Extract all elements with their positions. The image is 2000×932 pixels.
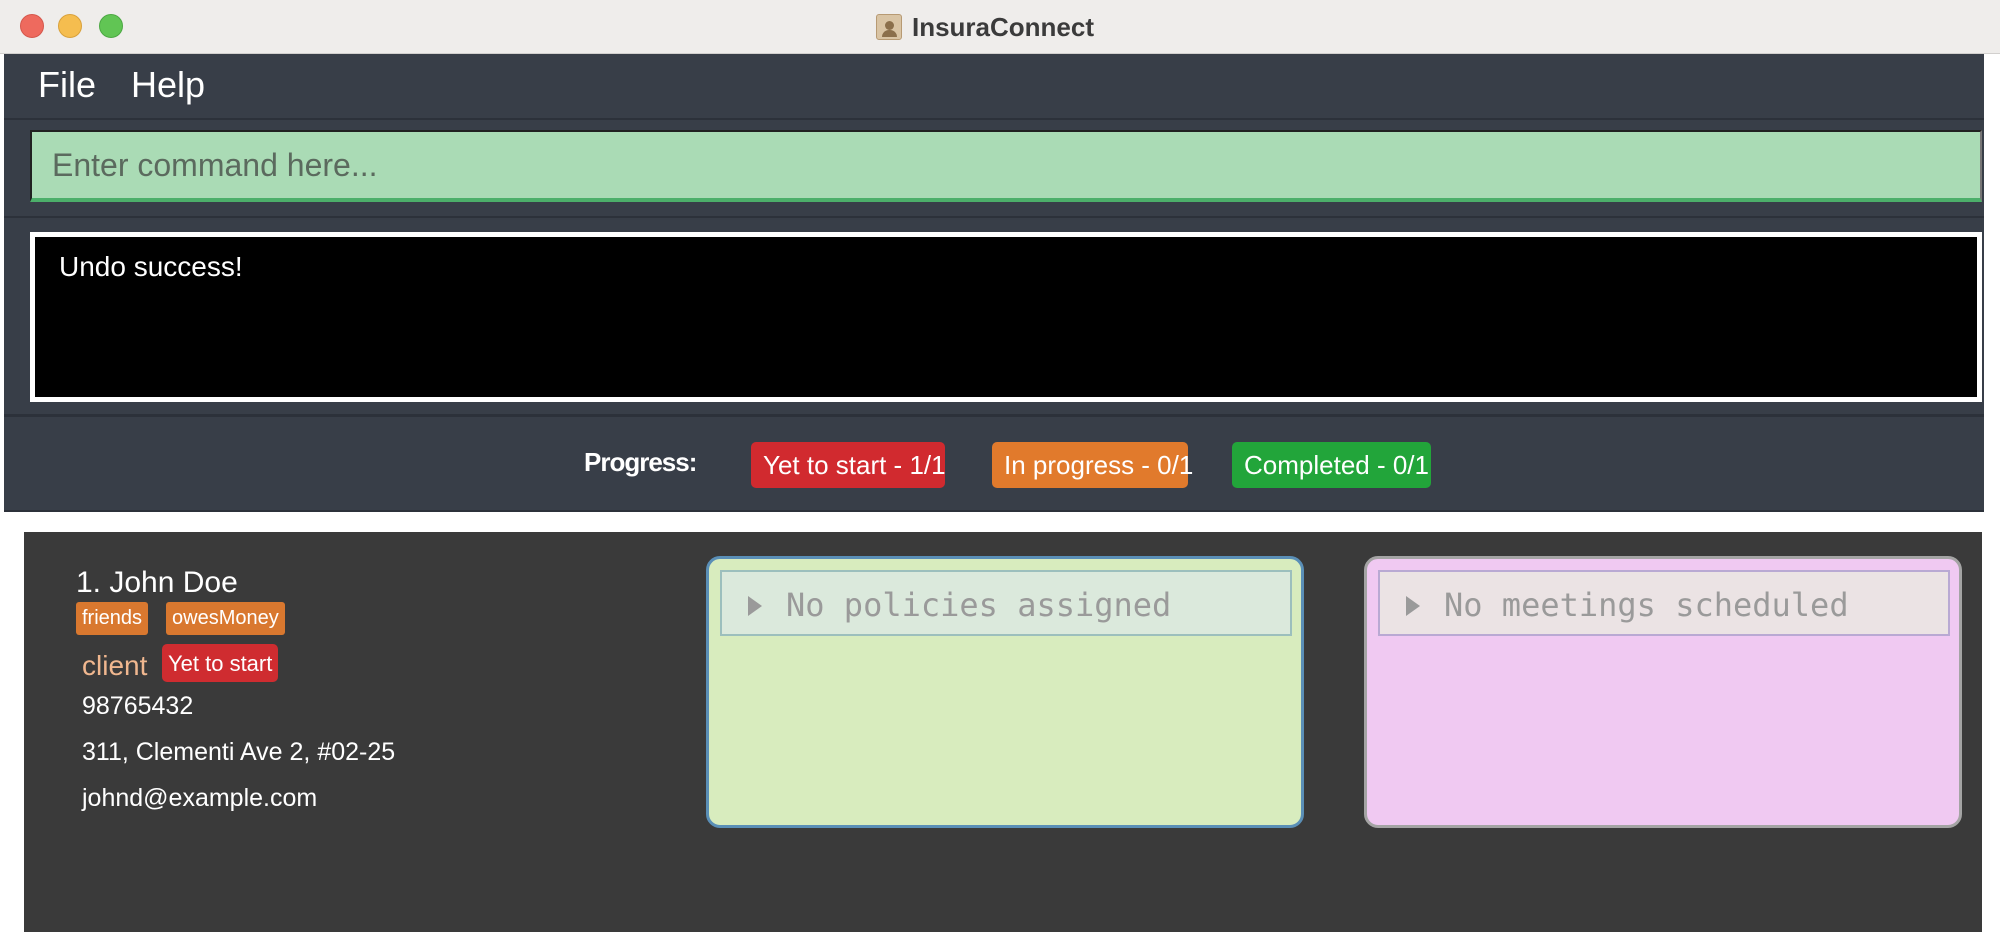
window-title: InsuraConnect [911, 11, 1095, 42]
expand-arrow-icon [748, 596, 762, 616]
policies-panel: No policies assigned [706, 556, 1304, 828]
policies-dropdown[interactable]: No policies assigned [720, 570, 1292, 636]
menu-help[interactable]: Help [131, 64, 205, 106]
client-phone: 98765432 [82, 692, 194, 720]
title-area: InsuraConnect [0, 0, 2000, 54]
client-card[interactable]: 1. John Doe friends owesMoney client Yet… [24, 532, 1982, 932]
meetings-dropdown[interactable]: No meetings scheduled [1378, 570, 1950, 636]
tag-friends: friends [76, 602, 149, 635]
client-role: client [82, 650, 148, 681]
meetings-panel: No meetings scheduled [1364, 556, 1962, 828]
client-list: 1. John Doe friends owesMoney client Yet… [4, 514, 1984, 932]
app-window: File Help Undo success! Progress: Yet to… [4, 54, 1984, 932]
client-email: johnd@example.com [82, 784, 318, 812]
progress-label: Progress: [584, 447, 697, 477]
expand-arrow-icon [1406, 596, 1420, 616]
menu-file[interactable]: File [38, 64, 96, 106]
policies-label: No policies assigned [786, 586, 1172, 624]
tag-owes-money: owesMoney [166, 602, 285, 635]
command-box-area [4, 118, 1984, 216]
yet-to-start-count-badge: Yet to start - 1/1 [751, 442, 946, 488]
address-book-icon [875, 14, 902, 40]
completed-count-badge: Completed - 0/1 [1232, 442, 1431, 488]
client-name: 1. John Doe [76, 566, 238, 599]
window-edge [1984, 54, 2000, 932]
status-badge: Yet to start [162, 644, 279, 682]
client-address: 311, Clementi Ave 2, #02-25 [82, 738, 396, 766]
result-display[interactable]: Undo success! [30, 232, 1982, 402]
meetings-label: No meetings scheduled [1444, 586, 1849, 624]
in-progress-count-badge: In progress - 0/1 [992, 442, 1193, 488]
progress-summary: Progress: Yet to start - 1/1 In progress… [4, 414, 1984, 512]
menu-bar: File Help [4, 54, 1984, 118]
command-input[interactable] [30, 130, 1982, 202]
window-titlebar: InsuraConnect [0, 0, 2000, 54]
result-message: Undo success! [59, 251, 243, 282]
